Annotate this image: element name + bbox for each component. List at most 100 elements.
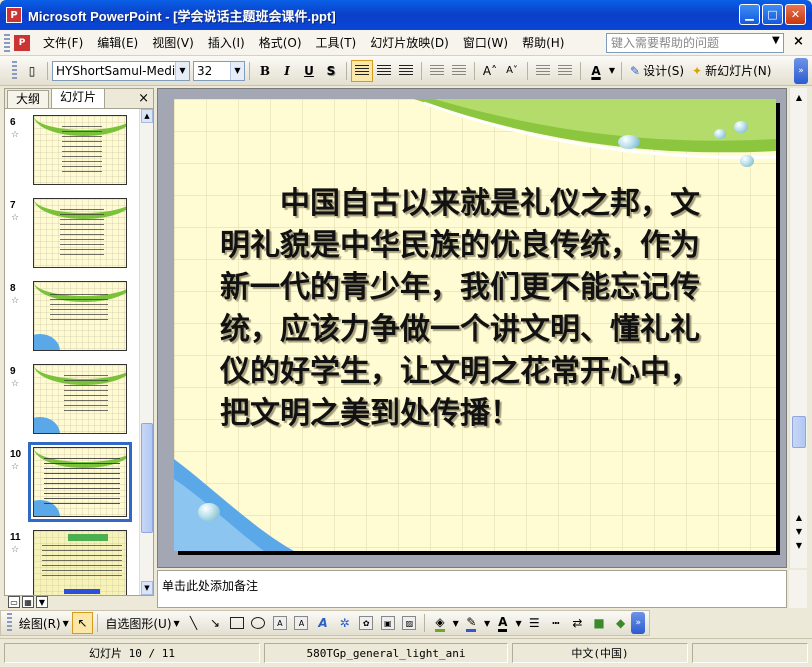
next-slide-icon[interactable]: ▼ [792, 538, 806, 552]
slide-thumbnail[interactable] [33, 530, 127, 595]
minimize-button[interactable]: ▁ [739, 4, 760, 25]
slide-scrollbar[interactable]: ▲ ▲ ▼ ▼ [789, 88, 807, 568]
scroll-down-icon[interactable]: ▼ [792, 524, 806, 538]
tab-slides[interactable]: 幻灯片 [51, 88, 106, 108]
menu-format[interactable]: 格式(O) [252, 33, 309, 53]
chevron-down-icon[interactable]: ▼ [772, 35, 780, 46]
increase-font-button[interactable]: A˄ [479, 60, 501, 82]
chevron-down-icon[interactable]: ▼ [514, 612, 524, 634]
slide-body-text[interactable]: 中国自古以来就是礼仪之邦，文明礼貌是中华民族的优良传统，作为新一代的青少年，我们… [220, 183, 720, 435]
slide-thumbnail[interactable] [33, 364, 127, 434]
chevron-down-icon[interactable]: ▼ [607, 60, 617, 82]
scroll-up-icon[interactable]: ▲ [792, 90, 806, 104]
font-color-button[interactable]: A [585, 60, 607, 82]
slide-thumbnail-row[interactable]: 9 ☆ [5, 364, 140, 442]
decrease-indent-button[interactable] [532, 60, 554, 82]
design-button[interactable]: ✎ 设计(S) [626, 60, 688, 82]
toolbar-grip[interactable] [12, 60, 17, 81]
shadow-style-button[interactable]: ■ [588, 612, 610, 634]
decrease-font-button[interactable]: A˅ [501, 60, 523, 82]
arrow-style-button[interactable]: ⇄ [567, 612, 589, 634]
toolbar-options-icon[interactable]: » [631, 612, 646, 634]
new-slide-button[interactable]: ✦ 新幻灯片(N) [688, 60, 775, 82]
slideshow-icon[interactable]: ▼ [36, 596, 48, 608]
draw-menu-button[interactable]: 绘图(R) ▼ [16, 612, 72, 634]
tab-outline[interactable]: 大纲 [7, 90, 50, 108]
powerpoint-icon[interactable]: P [6, 7, 22, 23]
wordart-button[interactable]: A [312, 612, 334, 634]
menu-tools[interactable]: 工具(T) [309, 33, 364, 53]
toolbar-grip[interactable] [7, 613, 12, 633]
menu-view[interactable]: 视图(V) [145, 33, 201, 53]
align-center-button[interactable] [373, 60, 395, 82]
dash-style-button[interactable]: ┅ [545, 612, 567, 634]
menu-window[interactable]: 窗口(W) [456, 33, 515, 53]
new-doc-icon[interactable]: ▯ [21, 60, 43, 82]
bold-button[interactable]: B [254, 60, 276, 82]
scrollbar-thumb[interactable] [141, 423, 153, 533]
normal-view-icon[interactable]: ▭ [8, 596, 20, 608]
bullets-button[interactable] [448, 60, 470, 82]
line-style-button[interactable]: ☰ [523, 612, 545, 634]
font-size-select[interactable]: 32 ▼ [193, 60, 245, 81]
rectangle-button[interactable] [226, 612, 248, 634]
slide-thumbnail-selected[interactable] [28, 442, 132, 522]
chevron-down-icon[interactable]: ▼ [175, 61, 189, 80]
slide-thumbnail-row[interactable]: 7 ☆ [5, 198, 140, 276]
fill-color-button[interactable]: ◈ [429, 612, 451, 634]
slide-thumbnail-row[interactable]: 11 ☆ [5, 530, 140, 595]
menu-help[interactable]: 帮助(H) [515, 33, 571, 53]
vertical-textbox-button[interactable]: A [291, 612, 313, 634]
menu-slideshow[interactable]: 幻灯片放映(D) [363, 33, 456, 53]
notes-scrollbar[interactable] [789, 570, 807, 608]
autoshapes-menu-button[interactable]: 自选图形(U) ▼ [102, 612, 182, 634]
italic-button[interactable]: I [276, 60, 298, 82]
close-button[interactable]: ✕ [785, 4, 806, 25]
menu-file[interactable]: 文件(F) [36, 33, 90, 53]
font-name-select[interactable]: HYShortSamul-Mediu ▼ [52, 60, 190, 81]
scrollbar-thumb[interactable] [792, 416, 806, 448]
current-slide[interactable]: 中国自古以来就是礼仪之邦，文明礼貌是中华民族的优良传统，作为新一代的青少年，我们… [174, 99, 776, 551]
oval-button[interactable] [247, 612, 269, 634]
clipart-button[interactable]: ✿ [355, 612, 377, 634]
picture-button[interactable]: ▣ [377, 612, 399, 634]
toolbar-options-icon[interactable]: » [794, 57, 808, 84]
maximize-button[interactable]: □ [762, 4, 783, 25]
notes-input[interactable]: 单击此处添加备注 [157, 570, 787, 608]
slide-thumbnail[interactable] [33, 198, 127, 268]
line-color-button[interactable]: ✎ [461, 612, 483, 634]
numbering-button[interactable] [426, 60, 448, 82]
menu-edit[interactable]: 编辑(E) [90, 33, 145, 53]
document-icon[interactable]: P [14, 34, 30, 51]
diagram-button[interactable]: ✲ [334, 612, 356, 634]
underline-button[interactable]: U [298, 60, 320, 82]
chevron-down-icon[interactable]: ▼ [230, 61, 244, 80]
chevron-down-icon[interactable]: ▼ [482, 612, 492, 634]
previous-slide-icon[interactable]: ▲ [792, 510, 806, 524]
toolbar-grip[interactable] [4, 33, 10, 52]
select-objects-button[interactable]: ↖ [71, 612, 94, 634]
slide-thumbnail-row[interactable]: 8 ☆ [5, 281, 140, 359]
chevron-down-icon[interactable]: ▼ [451, 612, 461, 634]
align-right-button[interactable] [395, 60, 417, 82]
arrow-button[interactable]: ↘ [204, 612, 226, 634]
line-button[interactable]: ╲ [183, 612, 205, 634]
close-document-button[interactable]: × [793, 34, 804, 49]
textbox-button[interactable]: A [269, 612, 291, 634]
thumbnails-scrollbar[interactable]: ▲ ▼ [139, 109, 153, 595]
scroll-down-icon[interactable]: ▼ [141, 581, 153, 595]
slide-thumbnail[interactable] [33, 115, 127, 185]
slide-sorter-icon[interactable]: ▦ [22, 596, 34, 608]
align-left-button[interactable] [351, 59, 373, 82]
menu-insert[interactable]: 插入(I) [201, 33, 252, 53]
3d-style-button[interactable]: ◆ [610, 612, 632, 634]
font-color-draw-button[interactable]: A [492, 612, 514, 634]
slide-thumbnail[interactable] [33, 281, 127, 351]
close-pane-button[interactable]: × [138, 90, 149, 108]
scroll-up-icon[interactable]: ▲ [141, 109, 153, 123]
slide-thumbnail-row-selected[interactable]: 10 ☆ [5, 442, 140, 525]
help-search-input[interactable]: 键入需要帮助的问题 [606, 33, 784, 53]
slide-thumbnail-row[interactable]: 6 ☆ [5, 115, 140, 193]
shadow-button[interactable]: S [320, 60, 342, 82]
picture-insert-button[interactable]: ▨ [399, 612, 421, 634]
